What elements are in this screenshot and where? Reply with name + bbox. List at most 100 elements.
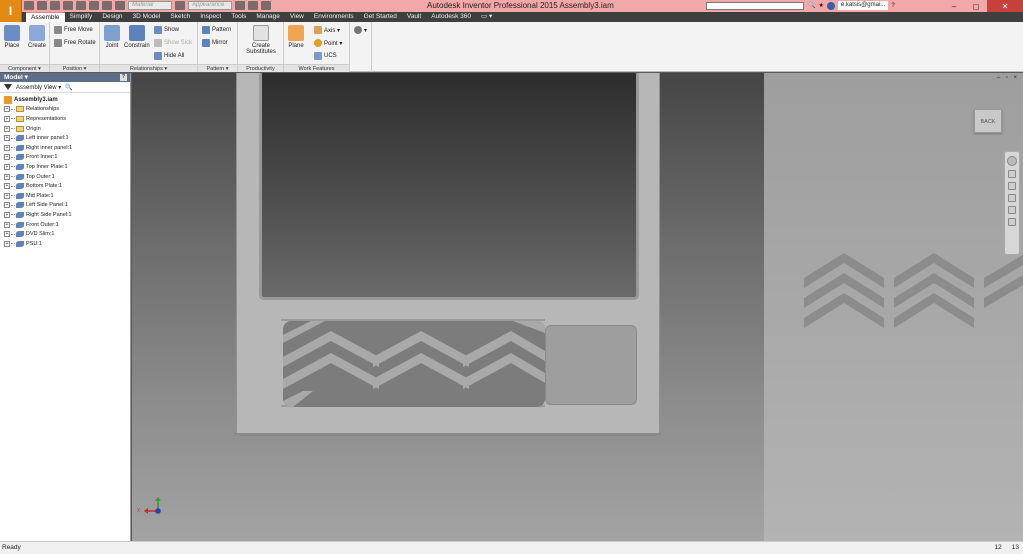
expand-icon[interactable]: + <box>4 231 10 238</box>
tree-node[interactable]: + Left Side Panel:1 <box>4 201 130 211</box>
ucs-button[interactable]: UCS <box>314 52 337 60</box>
tree-node[interactable]: + PSU:1 <box>4 239 130 249</box>
tree-node[interactable]: + Left inner panel:1 <box>4 133 130 143</box>
constrain-button[interactable]: Constrain <box>124 25 150 49</box>
tab-design[interactable]: Design <box>97 12 127 22</box>
tree-node[interactable]: + DVD Slim:1 <box>4 229 130 239</box>
material-dropdown[interactable]: Material <box>128 1 172 10</box>
update-icon[interactable] <box>115 1 125 10</box>
formula-icon[interactable] <box>261 1 271 10</box>
adjust-icon[interactable] <box>235 1 245 10</box>
point-button[interactable]: Point ▾ <box>314 39 342 47</box>
assembly-view-dropdown[interactable]: Assembly View ▾ <box>16 84 61 91</box>
joint-button[interactable]: Joint <box>104 25 120 49</box>
component-label[interactable]: Component ▾ <box>0 64 49 72</box>
expand-icon[interactable]: + <box>4 173 10 180</box>
tree-node[interactable]: + Right Side Panel:1 <box>4 210 130 220</box>
browser-help-icon[interactable]: ? <box>120 74 127 81</box>
expand-icon[interactable]: + <box>4 144 10 151</box>
expand-icon[interactable]: + <box>4 154 10 161</box>
zoom-icon[interactable] <box>1008 182 1016 190</box>
tree-node[interactable]: + Relationships <box>4 105 130 115</box>
tab-manage[interactable]: Manage <box>251 12 285 22</box>
free-move-button[interactable]: Free Move <box>54 26 93 34</box>
place-button[interactable]: Place <box>4 25 20 49</box>
close-button[interactable]: ✕ <box>987 0 1023 12</box>
tab-get-started[interactable]: Get Started <box>359 12 402 22</box>
save-icon[interactable] <box>50 1 60 10</box>
steering-wheel-icon[interactable] <box>1007 156 1017 166</box>
tab-simplify[interactable]: Simplify <box>65 12 98 22</box>
tree-node[interactable]: + Right inner panel:1 <box>4 143 130 153</box>
expand-icon[interactable]: + <box>4 125 10 132</box>
tree-node[interactable]: + Origin <box>4 124 130 134</box>
tree-root[interactable]: Assembly3.iam <box>4 95 130 105</box>
show-button[interactable]: Show <box>154 26 179 34</box>
show-sick-button[interactable]: Show Sick <box>154 39 192 47</box>
pattern-button[interactable]: Pattern <box>202 26 231 34</box>
tree-node[interactable]: + Front Inner:1 <box>4 153 130 163</box>
mirror-button[interactable]: Mirror <box>202 39 228 47</box>
tab-inspect[interactable]: Inspect <box>195 12 226 22</box>
expand-icon[interactable]: + <box>4 221 10 228</box>
help-icon[interactable]: ? <box>891 3 894 9</box>
full-navigation-icon[interactable] <box>1008 218 1016 226</box>
more-options-button[interactable]: ▾ <box>354 26 367 34</box>
pan-icon[interactable] <box>1008 170 1016 178</box>
expand-icon[interactable]: + <box>4 211 10 218</box>
select-icon[interactable] <box>102 1 112 10</box>
graphics-viewport[interactable]: – ▫ × BACK X <box>132 73 1023 541</box>
position-label[interactable]: Position ▾ <box>50 64 99 72</box>
create-substitutes-button[interactable]: Create Substitutes <box>244 25 278 55</box>
star-icon[interactable]: ★ <box>818 2 823 9</box>
undo-icon[interactable] <box>63 1 73 10</box>
redo-icon[interactable] <box>76 1 86 10</box>
new-file-icon[interactable] <box>24 1 34 10</box>
tab-autodesk-360[interactable]: Autodesk 360 <box>426 12 476 22</box>
viewport-controls[interactable]: – ▫ × <box>997 75 1019 81</box>
appearance-dropdown[interactable]: Appearance <box>188 1 232 10</box>
tab-tools[interactable]: Tools <box>226 12 251 22</box>
relationships-label[interactable]: Relationships ▾ <box>100 64 197 72</box>
maximize-button[interactable]: ◻ <box>965 0 987 12</box>
inventor-logo-icon[interactable]: I <box>0 0 22 22</box>
expand-icon[interactable]: + <box>4 115 10 122</box>
clear-icon[interactable] <box>248 1 258 10</box>
user-icon[interactable] <box>826 1 835 10</box>
create-button[interactable]: Create <box>28 25 46 49</box>
orbit-icon[interactable] <box>1008 194 1016 202</box>
find-icon[interactable]: 🔍 <box>65 84 72 91</box>
browser-header[interactable]: Model ▾ ? <box>0 73 130 82</box>
tab-assemble[interactable]: Assemble <box>26 12 65 22</box>
tab-environments[interactable]: Environments <box>309 12 359 22</box>
viewcube[interactable]: BACK <box>974 109 1002 133</box>
tree-node[interactable]: + Mid Plate:1 <box>4 191 130 201</box>
tab-vault[interactable]: Vault <box>402 12 426 22</box>
search-icon[interactable]: 🔍 <box>808 2 815 9</box>
axis-button[interactable]: Axis ▾ <box>314 26 340 34</box>
home-icon[interactable] <box>89 1 99 10</box>
tab-view[interactable]: View <box>285 12 309 22</box>
tree-node[interactable]: + Bottom Plate:1 <box>4 181 130 191</box>
expand-icon[interactable]: + <box>4 135 10 142</box>
tree-node[interactable]: + Front Outer:1 <box>4 220 130 230</box>
appearance-icon[interactable] <box>175 1 185 10</box>
tab-sketch[interactable]: Sketch <box>165 12 195 22</box>
expand-icon[interactable]: + <box>4 192 10 199</box>
ribbon-display-toggle-icon[interactable]: ▭ ▾ <box>476 12 497 22</box>
tree-node[interactable]: + Top Outer:1 <box>4 172 130 182</box>
expand-icon[interactable]: + <box>4 240 10 247</box>
look-at-icon[interactable] <box>1008 206 1016 214</box>
expand-icon[interactable]: + <box>4 106 10 113</box>
expand-icon[interactable]: + <box>4 163 10 170</box>
minimize-button[interactable]: – <box>943 0 965 12</box>
free-rotate-button[interactable]: Free Rotate <box>54 39 96 47</box>
filter-icon[interactable] <box>4 84 12 90</box>
expand-icon[interactable]: + <box>4 183 10 190</box>
pattern-label[interactable]: Pattern ▾ <box>198 64 237 72</box>
user-name[interactable]: e.katsis@gmai... <box>837 1 889 10</box>
hide-all-button[interactable]: Hide All <box>154 52 184 60</box>
help-search-input[interactable] <box>706 2 804 10</box>
tab-3d-model[interactable]: 3D Model <box>128 12 166 22</box>
open-file-icon[interactable] <box>37 1 47 10</box>
